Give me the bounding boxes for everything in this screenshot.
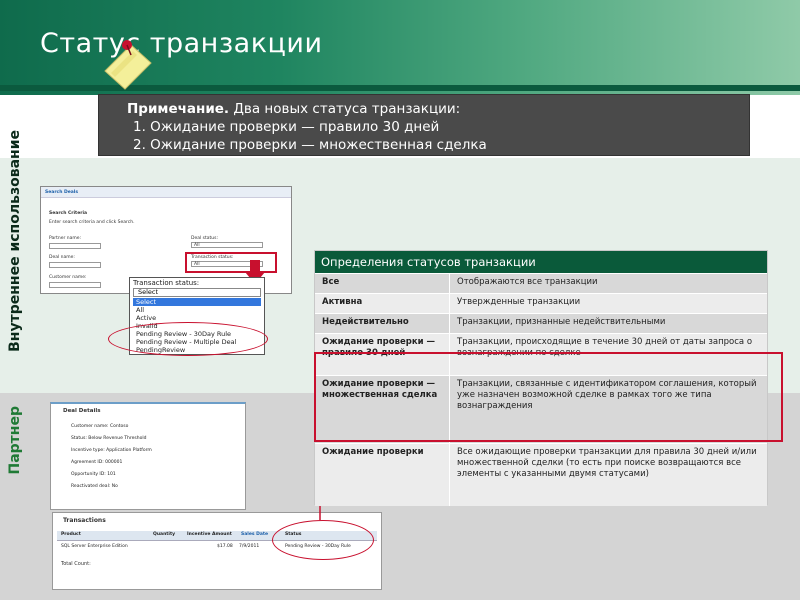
cell-amount: $17.08 [217, 544, 233, 549]
dropdown-selected[interactable]: Select [133, 288, 261, 297]
detail-value: No [111, 484, 118, 489]
search-instructions: Enter search criteria and click Search. [49, 220, 135, 225]
col-quantity: Quantity [153, 532, 176, 537]
slide-title: Статус транзакции [40, 28, 323, 59]
status-cell: Активна [322, 297, 363, 307]
pending-options-highlight [108, 322, 268, 356]
table-row: Все Отображаются все транзакции [315, 273, 767, 293]
search-deals-title: Search Deals [45, 190, 79, 195]
col-product: Product [61, 532, 81, 537]
dropdown-option-all[interactable]: All [133, 306, 261, 314]
col-sales-date[interactable]: Sales Date [241, 532, 268, 537]
transaction-status-highlight [185, 252, 277, 273]
dropdown-option-active[interactable]: Active [133, 314, 261, 322]
total-count: Total Count: [61, 561, 91, 567]
partner-name-input[interactable] [49, 243, 101, 249]
cell-sales-date: 7/9/2011 [239, 544, 260, 549]
note-line-2: 2. Ожидание проверки — множественная сде… [133, 137, 487, 153]
status-cell-highlight [272, 520, 374, 560]
detail-label: Incentive type: [71, 448, 105, 453]
note-bold: Примечание. [127, 101, 230, 117]
detail-value: 101 [107, 472, 116, 477]
sticky-note-icon [104, 40, 152, 90]
note-box: Примечание. Два новых статуса транзакции… [98, 94, 750, 156]
note-line-1: 1. Ожидание проверки — правило 30 дней [133, 119, 440, 135]
table-row: Недействительно Транзакции, признанные н… [315, 313, 767, 333]
customer-name-input[interactable] [49, 282, 101, 288]
search-deals-bar [41, 187, 291, 198]
note-text: Два новых статуса транзакции: [229, 101, 461, 117]
deal-status-label: Deal status: [191, 236, 219, 241]
detail-value: Contoso [110, 424, 129, 429]
customer-name-label: Customer name: [49, 275, 87, 280]
side-label-partner: Партнер [7, 406, 23, 475]
detail-value: Below Revenue Threshold [88, 436, 147, 441]
definitions-title: Определения статусов транзакции [315, 251, 767, 273]
partner-name-label: Partner name: [49, 236, 82, 241]
table-row: Ожидание проверки Все ожидающие проверки… [315, 443, 767, 506]
deal-name-input[interactable] [49, 262, 101, 268]
deal-details-title: Deal Details [63, 408, 101, 414]
deal-status-value: All [194, 243, 200, 248]
deal-details-screenshot: Deal Details Customer name: Contoso Stat… [50, 402, 246, 510]
status-cell: Все [322, 277, 340, 287]
description-cell: Транзакции, признанные недействительными [449, 314, 769, 333]
description-cell: Отображаются все транзакции [449, 274, 769, 293]
dropdown-label: Transaction status: [133, 279, 200, 287]
detail-label: Opportunity ID: [71, 472, 106, 477]
deal-name-label: Deal name: [49, 255, 75, 260]
search-criteria-title: Search Criteria [49, 211, 88, 216]
status-cell: Ожидание проверки [322, 447, 424, 457]
table-row: Активна Утвержденные транзакции [315, 293, 767, 313]
new-statuses-highlight [314, 352, 783, 442]
detail-label: Status: [71, 436, 87, 441]
detail-label: Reactivated deal: [71, 484, 111, 489]
detail-value: Application Platform [106, 448, 152, 453]
description-cell: Утвержденные транзакции [449, 294, 769, 313]
detail-label: Agreement ID: [71, 460, 104, 465]
col-incentive-amount: Incentive Amount [187, 532, 232, 537]
red-arrow-down [250, 260, 260, 272]
status-cell: Недействительно [322, 317, 409, 327]
cell-product: SQL Server Enterprise Edition [61, 544, 128, 549]
side-label-internal: Внутреннее использование [7, 130, 23, 352]
dropdown-option-select[interactable]: Select [133, 298, 261, 306]
detail-label: Customer name: [71, 424, 109, 429]
detail-value: 000001 [105, 460, 123, 465]
transactions-title: Transactions [63, 517, 106, 524]
description-cell: Все ожидающие проверки транзакции для пр… [449, 444, 769, 506]
deal-status-select[interactable]: All [191, 242, 263, 248]
